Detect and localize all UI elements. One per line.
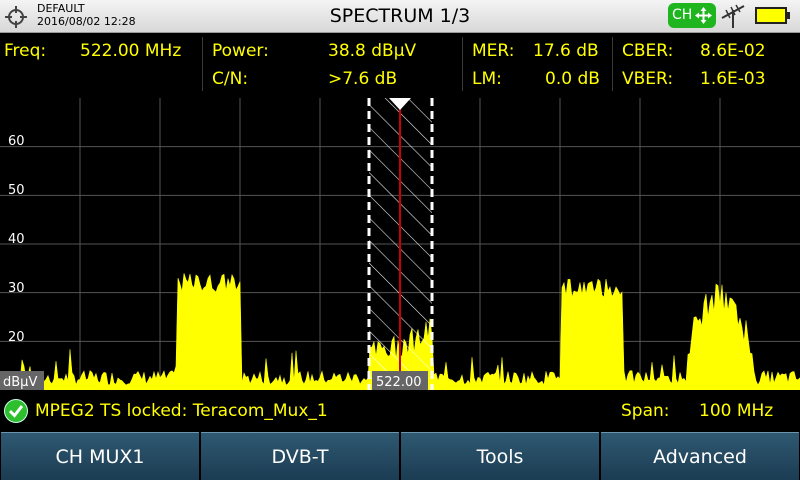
ch-mux1-button[interactable]: CH MUX1 bbox=[1, 432, 199, 480]
y-tick-label: 60 bbox=[8, 134, 25, 149]
lock-check-icon bbox=[4, 399, 28, 423]
cber-label: CBER: bbox=[622, 41, 674, 61]
title-bar: DEFAULT 2016/08/02 12:28 SPECTRUM 1/3 CH bbox=[0, 0, 800, 33]
cn-label: C/N: bbox=[212, 69, 249, 89]
cber-value: 8.6E-02 bbox=[700, 41, 766, 61]
mer-value: 17.6 dB bbox=[533, 41, 599, 61]
mer-label: MER: bbox=[472, 41, 515, 61]
separator bbox=[462, 37, 463, 91]
move-arrows-icon bbox=[695, 7, 712, 24]
vber-value: 1.6E-03 bbox=[700, 69, 766, 89]
y-tick-label: 30 bbox=[8, 281, 25, 296]
power-label: Power: bbox=[212, 41, 269, 61]
power-value: 38.8 dBµV bbox=[328, 41, 417, 61]
marker-freq-label: 522.00 bbox=[376, 375, 422, 390]
separator bbox=[612, 37, 613, 91]
status-bar: MPEG2 TS locked: Teracom_Mux_1 Span: 100… bbox=[0, 396, 800, 430]
y-tick-label: 40 bbox=[8, 232, 25, 247]
cn-value: >7.6 dB bbox=[328, 69, 398, 89]
lm-label: LM: bbox=[472, 69, 502, 89]
span-value: 100 MHz bbox=[699, 401, 774, 421]
battery-tip bbox=[787, 12, 790, 19]
unit-label: dBµV bbox=[3, 375, 37, 390]
separator bbox=[202, 37, 203, 91]
span-label: Span: bbox=[621, 401, 670, 421]
y-tick-label: 50 bbox=[8, 183, 25, 198]
vber-label: VBER: bbox=[622, 69, 674, 89]
y-axis-ticks: 60 50 40 30 20 bbox=[8, 134, 25, 345]
ch-badge-label: CH bbox=[672, 7, 693, 23]
battery-icon bbox=[755, 7, 787, 24]
spectrum-plot[interactable]: 60 50 40 30 20 dBµV 522.00 bbox=[0, 98, 800, 390]
lock-status-text: MPEG2 TS locked: Teracom_Mux_1 bbox=[35, 401, 328, 421]
advanced-button[interactable]: Advanced bbox=[601, 432, 799, 480]
dvb-t-button[interactable]: DVB-T bbox=[201, 432, 399, 480]
softkey-bar: CH MUX1 DVB-T Tools Advanced bbox=[0, 432, 800, 480]
freq-label: Freq: bbox=[4, 41, 47, 61]
lm-value: 0.0 dB bbox=[545, 69, 600, 89]
measurement-panel: Freq: 522.00 MHz Power: 38.8 dBµV C/N: >… bbox=[0, 33, 800, 95]
tools-button[interactable]: Tools bbox=[401, 432, 599, 480]
ch-move-button[interactable]: CH bbox=[668, 3, 716, 28]
freq-value: 522.00 MHz bbox=[80, 41, 182, 61]
y-tick-label: 20 bbox=[8, 330, 25, 345]
antenna-icon bbox=[721, 4, 745, 28]
